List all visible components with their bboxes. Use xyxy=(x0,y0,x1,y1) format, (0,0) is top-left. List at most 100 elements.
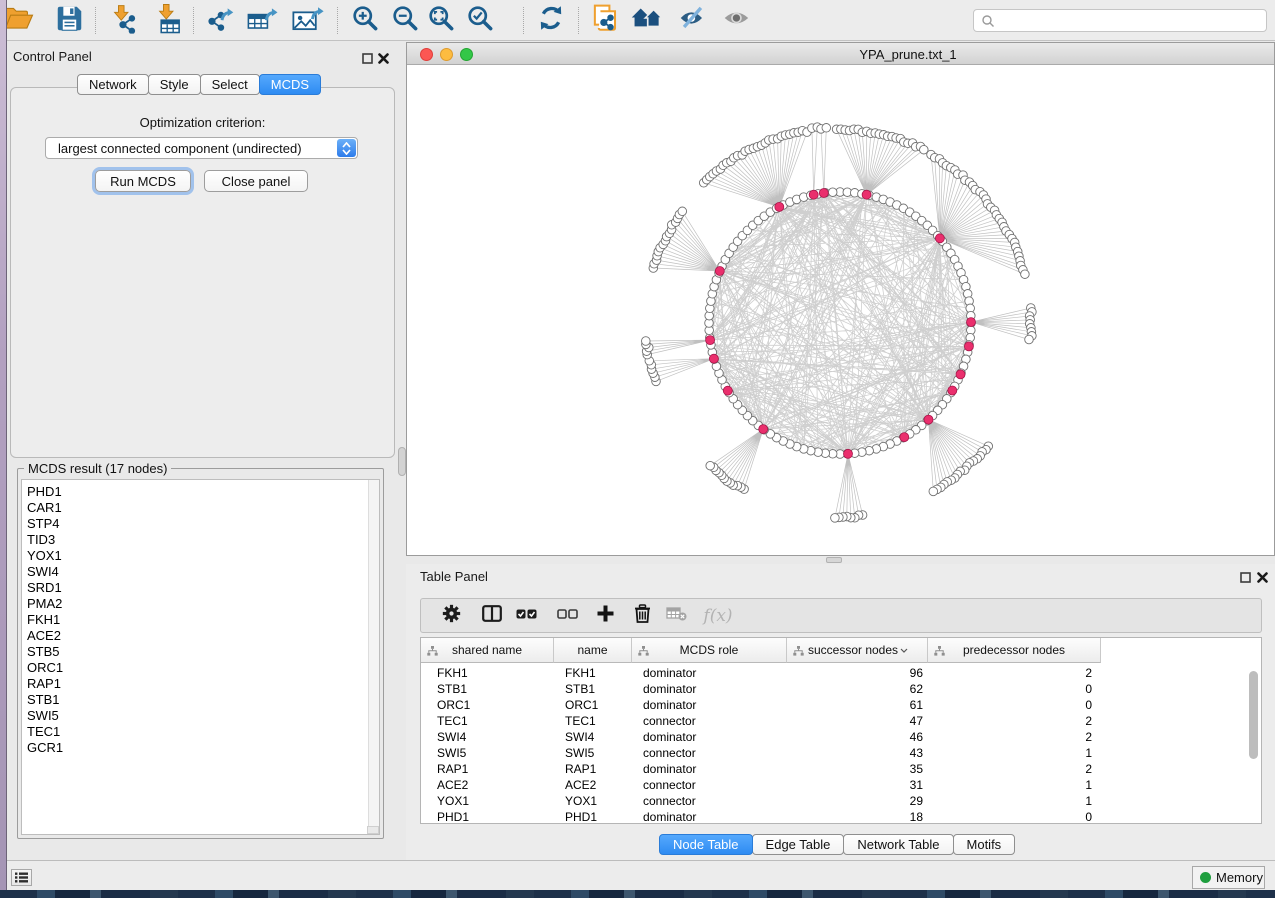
cell: dominator xyxy=(632,665,787,681)
table-row[interactable]: YOX1YOX1connector291 xyxy=(421,793,1101,809)
mcds-result-item[interactable]: GCR1 xyxy=(27,740,379,756)
network-canvas[interactable] xyxy=(407,65,1274,555)
save-button[interactable] xyxy=(53,5,85,36)
mcds-result-item[interactable]: RAP1 xyxy=(27,676,379,692)
table-row[interactable]: FKH1FKH1dominator962 xyxy=(421,665,1101,681)
duplicate-network-button[interactable] xyxy=(589,5,621,36)
export-network-button[interactable] xyxy=(205,5,237,36)
zoom-in-button[interactable] xyxy=(349,5,381,36)
settings-button[interactable] xyxy=(434,599,468,632)
cell: 31 xyxy=(787,777,928,793)
cell: STB1 xyxy=(421,681,554,697)
import-table-button[interactable] xyxy=(152,5,184,36)
mcds-result-item[interactable]: TID3 xyxy=(27,532,379,548)
mcds-result-item[interactable]: ORC1 xyxy=(27,660,379,676)
node-table[interactable]: shared namenameMCDS rolesuccessor nodesp… xyxy=(420,637,1262,824)
mcds-result-item[interactable]: PHD1 xyxy=(27,484,379,500)
mcds-result-item[interactable]: CAR1 xyxy=(27,500,379,516)
tab-motifs[interactable]: Motifs xyxy=(953,834,1016,855)
home-button[interactable] xyxy=(632,5,664,36)
table-row[interactable]: RAP1RAP1dominator352 xyxy=(421,761,1101,777)
table-scrollbar[interactable] xyxy=(1249,671,1258,759)
export-table-button[interactable] xyxy=(247,5,279,36)
cell: dominator xyxy=(632,697,787,713)
mcds-result-item[interactable]: STP4 xyxy=(27,516,379,532)
table-row[interactable]: ORC1ORC1dominator610 xyxy=(421,697,1101,713)
delete-table-button[interactable] xyxy=(659,599,693,632)
search-input[interactable] xyxy=(973,9,1267,32)
zoom-fit-button[interactable] xyxy=(425,5,457,36)
table-panel-close-icon[interactable] xyxy=(1257,570,1268,588)
add-button[interactable] xyxy=(588,599,622,632)
mcds-result-item[interactable]: ACE2 xyxy=(27,628,379,644)
table-row[interactable]: SWI4SWI4dominator462 xyxy=(421,729,1101,745)
mcds-result-item[interactable]: SWI5 xyxy=(27,708,379,724)
cell: 2 xyxy=(928,665,1101,681)
tab-select[interactable]: Select xyxy=(200,74,260,95)
table-row[interactable]: ACE2ACE2connector311 xyxy=(421,777,1101,793)
tab-network[interactable]: Network xyxy=(77,74,149,95)
delete-button[interactable] xyxy=(625,599,659,632)
show-all-button[interactable] xyxy=(721,5,753,36)
refresh-button[interactable] xyxy=(535,5,567,36)
table-row[interactable]: PHD1PHD1dominator180 xyxy=(421,809,1101,824)
mcds-result-item[interactable]: YOX1 xyxy=(27,548,379,564)
maximize-traffic-light[interactable] xyxy=(460,48,473,61)
control-panel-title: Control Panel xyxy=(13,49,92,64)
tab-edge-table[interactable]: Edge Table xyxy=(752,834,845,855)
mcds-result-list[interactable]: PHD1CAR1STP4TID3YOX1SWI4SRD1PMA2FKH1ACE2… xyxy=(21,479,380,835)
search-icon xyxy=(981,14,995,28)
control-panel-close-icon[interactable] xyxy=(378,51,389,69)
column-header-shared-name[interactable]: shared name xyxy=(421,638,554,663)
cell: 0 xyxy=(928,681,1101,697)
table-row[interactable]: SWI5SWI5connector431 xyxy=(421,745,1101,761)
table-row[interactable]: TEC1TEC1connector472 xyxy=(421,713,1101,729)
select-all-button[interactable] xyxy=(509,599,543,632)
memory-button[interactable]: Memory xyxy=(1192,866,1265,889)
function-button[interactable]: f(x) xyxy=(701,599,735,632)
open-icon xyxy=(5,5,32,37)
panel-splitter-grip[interactable] xyxy=(398,447,406,476)
tab-node-table[interactable]: Node Table xyxy=(659,834,753,855)
column-header-name[interactable]: name xyxy=(554,638,632,663)
column-header-successor-nodes[interactable]: successor nodes xyxy=(787,638,928,663)
cell: 29 xyxy=(787,793,928,809)
mcds-result-item[interactable]: STB1 xyxy=(27,692,379,708)
toolbar-separator xyxy=(523,7,524,34)
mcds-result-item[interactable]: FKH1 xyxy=(27,612,379,628)
cell: PHD1 xyxy=(554,809,632,824)
optimization-criterion-select[interactable]: largest connected component (undirected) xyxy=(45,137,358,159)
mcds-result-item[interactable]: STB5 xyxy=(27,644,379,660)
export-image-button[interactable] xyxy=(292,5,324,36)
save-icon xyxy=(57,6,82,36)
column-header-predecessor-nodes[interactable]: predecessor nodes xyxy=(928,638,1101,663)
deselect-all-button[interactable] xyxy=(550,599,584,632)
run-mcds-button[interactable]: Run MCDS xyxy=(95,170,191,192)
cell: 62 xyxy=(787,681,928,697)
tab-mcds[interactable]: MCDS xyxy=(259,74,321,95)
minimize-traffic-light[interactable] xyxy=(440,48,453,61)
close-traffic-light[interactable] xyxy=(420,48,433,61)
network-window-titlebar[interactable]: YPA_prune.txt_1 xyxy=(407,43,1274,65)
columns-button[interactable] xyxy=(475,599,509,632)
zoom-out-button[interactable] xyxy=(389,5,421,36)
close-panel-button[interactable]: Close panel xyxy=(204,170,308,192)
table-panel: Table Panel f(x) shared namenameMCDS rol… xyxy=(406,564,1275,860)
horizontal-splitter-grip[interactable] xyxy=(826,557,842,563)
table-panel-float-icon[interactable] xyxy=(1240,570,1251,588)
mcds-result-item[interactable]: SRD1 xyxy=(27,580,379,596)
control-panel-float-icon[interactable] xyxy=(362,51,373,69)
tab-style[interactable]: Style xyxy=(148,74,201,95)
list-scrollbar[interactable] xyxy=(368,480,379,826)
mcds-result-item[interactable]: SWI4 xyxy=(27,564,379,580)
status-list-button[interactable] xyxy=(11,869,32,886)
mcds-result-item[interactable]: PMA2 xyxy=(27,596,379,612)
hide-selected-button[interactable] xyxy=(676,5,708,36)
tab-network-table[interactable]: Network Table xyxy=(843,834,953,855)
table-row[interactable]: STB1STB1dominator620 xyxy=(421,681,1101,697)
mcds-result-item[interactable]: TEC1 xyxy=(27,724,379,740)
zoom-selected-button[interactable] xyxy=(464,5,496,36)
column-header-MCDS-role[interactable]: MCDS role xyxy=(632,638,787,663)
import-network-button[interactable] xyxy=(107,5,139,36)
cell: SWI5 xyxy=(421,745,554,761)
